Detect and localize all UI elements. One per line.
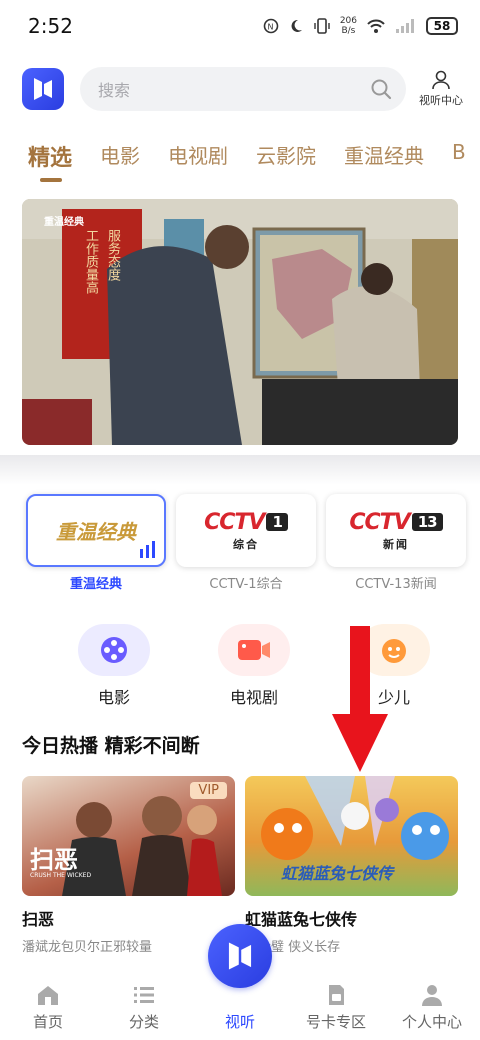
home-icon bbox=[38, 986, 58, 1005]
channel-classics[interactable]: 重温经典 重温经典 bbox=[26, 494, 166, 592]
watch-center-button[interactable] bbox=[208, 924, 272, 988]
banner-divider bbox=[0, 455, 480, 485]
network-speed: 206 B/s bbox=[339, 16, 357, 36]
tab-tv-series[interactable]: 电视剧 bbox=[168, 140, 228, 184]
search-placeholder: 搜索 bbox=[98, 81, 131, 100]
nav-label-categories: 分类 bbox=[128, 1013, 159, 1031]
user-center-label: 视听中心 bbox=[419, 94, 463, 107]
show-title: 虹猫蓝兔七侠传 bbox=[245, 910, 358, 929]
channel-label-cctv1: CCTV-1综合 bbox=[209, 577, 283, 592]
nav-profile[interactable]: 个人中心 bbox=[384, 975, 480, 1040]
nav-categories[interactable]: 分类 bbox=[96, 975, 192, 1040]
category-shortcuts: 电影 电视剧 少儿 bbox=[44, 624, 464, 708]
banner-slogan-left: 工作质量高 bbox=[83, 229, 98, 294]
status-bar: 2:52 N 206 B/s 58 bbox=[0, 0, 480, 52]
tab-movies[interactable]: 电影 bbox=[100, 140, 140, 184]
channel-list: 重温经典 重温经典 CCTV 1 综合 CCTV-1综合 CCTV 13 新闻 CC… bbox=[26, 494, 466, 592]
nav-label-profile: 个人中心 bbox=[401, 1013, 462, 1031]
nfc-icon: N bbox=[263, 18, 279, 34]
search-input[interactable]: 搜索 bbox=[80, 67, 406, 111]
show-poster-subtitle: CRUSH THE WICKED bbox=[30, 872, 92, 879]
category-movies[interactable]: 电影 bbox=[44, 624, 184, 708]
red-down-arrow-icon bbox=[332, 626, 388, 772]
tab-more[interactable]: B bbox=[452, 140, 466, 184]
banner-channel-badge: 重温经典 bbox=[44, 217, 84, 228]
category-movies-bg bbox=[78, 624, 150, 676]
show-thumbnail[interactable]: 虹猫蓝兔七侠传 bbox=[245, 776, 458, 896]
status-icons: N 206 B/s 58 bbox=[263, 16, 458, 36]
svg-text:N: N bbox=[267, 23, 273, 32]
tab-cloud-cinema[interactable]: 云影院 bbox=[256, 140, 316, 184]
show-card[interactable]: 扫恶 CRUSH THE WICKED VIP 扫恶 潘斌龙包贝尔正邪较量 bbox=[22, 776, 235, 955]
section-title: 今日热播 精彩不间断 bbox=[22, 735, 200, 757]
nav-label-watch: 视听 bbox=[224, 1013, 255, 1031]
channel-cctv1[interactable]: CCTV 1 综合 CCTV-1综合 bbox=[176, 494, 316, 592]
show-desc: 潘斌龙包贝尔正邪较量 bbox=[22, 940, 153, 955]
classics-logo: 重温经典 bbox=[56, 520, 136, 544]
tab-featured[interactable]: 精选 bbox=[28, 140, 72, 184]
show-poster-title: 扫恶 bbox=[30, 846, 78, 874]
film-reel-icon bbox=[101, 637, 127, 663]
show-thumbnail[interactable]: 扫恶 CRUSH THE WICKED VIP bbox=[22, 776, 235, 896]
nav-label-sim-card: 号卡专区 bbox=[305, 1013, 366, 1031]
nav-home[interactable]: 首页 bbox=[0, 975, 96, 1040]
search-icon[interactable] bbox=[370, 78, 392, 100]
vip-badge: VIP bbox=[190, 782, 227, 799]
cctv13-logo: CCTV 13 新闻 bbox=[349, 510, 443, 552]
sim-card-icon bbox=[329, 985, 344, 1005]
nav-sim-card[interactable]: 号卡专区 bbox=[288, 975, 384, 1040]
banner-slogan-right: 服务态度 bbox=[105, 229, 120, 281]
signal-icon bbox=[396, 19, 414, 33]
moon-icon bbox=[291, 19, 302, 32]
show-card[interactable]: 虹猫蓝兔七侠传 虹猫蓝兔七侠传 剑合璧 侠义长存 bbox=[245, 776, 458, 955]
channel-card-classics[interactable]: 重温经典 bbox=[26, 494, 166, 567]
hero-banner[interactable]: 重温经典 工作质量高 服务态度 bbox=[22, 199, 458, 445]
list-icon bbox=[134, 987, 154, 1003]
play-logo-icon bbox=[228, 942, 252, 970]
channel-cctv13[interactable]: CCTV 13 新闻 CCTV-13新闻 bbox=[326, 494, 466, 592]
cctv1-logo: CCTV 1 综合 bbox=[204, 510, 288, 552]
category-tv-bg bbox=[218, 624, 290, 676]
show-poster-title: 虹猫蓝兔七侠传 bbox=[281, 864, 394, 883]
battery-icon: 58 bbox=[426, 17, 458, 35]
tab-classics[interactable]: 重温经典 bbox=[344, 140, 424, 184]
channel-label-cctv13: CCTV-13新闻 bbox=[355, 577, 437, 592]
nav-label-home: 首页 bbox=[32, 1013, 63, 1031]
channel-card-cctv13[interactable]: CCTV 13 新闻 bbox=[326, 494, 466, 567]
app-logo[interactable] bbox=[22, 68, 64, 110]
show-desc: 剑合璧 侠义长存 bbox=[245, 940, 341, 955]
person-icon bbox=[422, 985, 442, 1006]
channel-card-cctv1[interactable]: CCTV 1 综合 bbox=[176, 494, 316, 567]
vibrate-icon bbox=[314, 18, 330, 34]
video-camera-icon bbox=[238, 640, 270, 660]
category-tv[interactable]: 电视剧 bbox=[184, 624, 324, 708]
status-time: 2:52 bbox=[28, 14, 73, 38]
hot-shows-list: 扫恶 CRUSH THE WICKED VIP 扫恶 潘斌龙包贝尔正邪较量 虹猫… bbox=[22, 776, 462, 955]
wifi-icon bbox=[367, 19, 385, 33]
category-tabs: 精选 电影 电视剧 云影院 重温经典 B bbox=[28, 140, 480, 184]
category-label-tv: 电视剧 bbox=[229, 688, 278, 707]
user-center-button[interactable]: 视听中心 bbox=[412, 70, 470, 110]
person-outline-icon bbox=[432, 70, 450, 90]
playing-bars-icon bbox=[140, 541, 155, 558]
category-label-movies: 电影 bbox=[97, 688, 130, 707]
show-title: 扫恶 bbox=[22, 910, 55, 929]
app-logo-icon bbox=[34, 78, 52, 100]
channel-label-classics: 重温经典 bbox=[69, 577, 122, 592]
